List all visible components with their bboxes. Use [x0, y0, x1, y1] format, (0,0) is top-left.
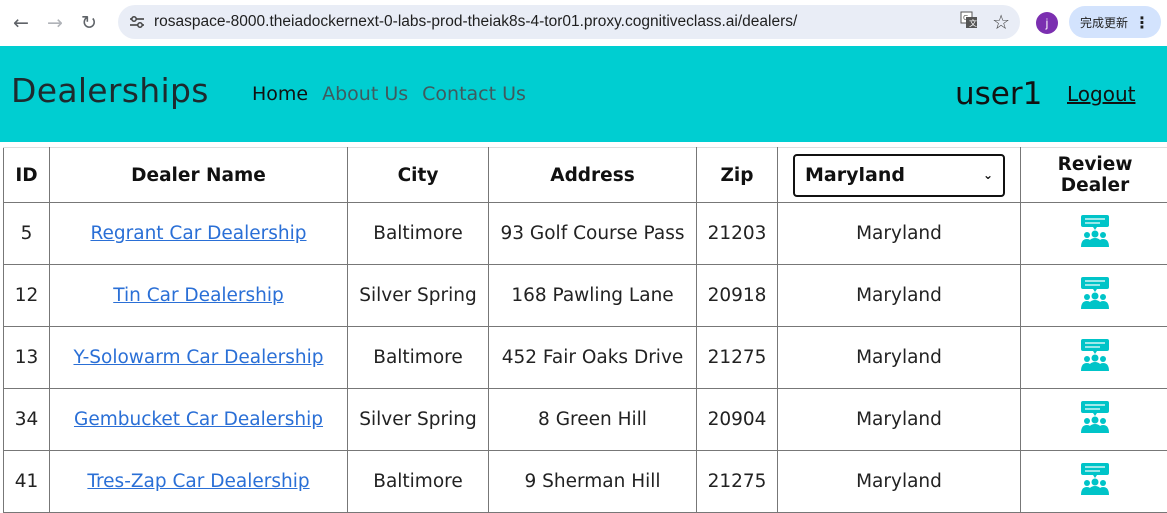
- cell-address: 9 Sherman Hill: [489, 451, 697, 513]
- table-header-row: ID Dealer Name City Address Zip Maryland…: [4, 148, 1167, 203]
- cell-id: 34: [4, 389, 50, 451]
- cell-review: [1021, 451, 1167, 513]
- dealer-link[interactable]: Y-Solowarm Car Dealership: [73, 347, 323, 368]
- cell-dealer-name: Gembucket Car Dealership: [50, 389, 348, 451]
- table-row: 34 Gembucket Car Dealership Silver Sprin…: [4, 389, 1167, 451]
- column-header-city: City: [348, 148, 489, 203]
- cell-city: Baltimore: [348, 327, 489, 389]
- table-row: 5 Regrant Car Dealership Baltimore 93 Go…: [4, 203, 1167, 265]
- cell-zip: 21275: [697, 451, 778, 513]
- cell-zip: 21203: [697, 203, 778, 265]
- review-dealer-icon[interactable]: [1078, 214, 1112, 248]
- review-dealer-icon[interactable]: [1078, 276, 1112, 310]
- dealers-table: ID Dealer Name City Address Zip Maryland…: [3, 147, 1167, 513]
- cell-address: 93 Golf Course Pass: [489, 203, 697, 265]
- review-dealer-icon[interactable]: [1078, 462, 1112, 496]
- cell-state: Maryland: [778, 389, 1021, 451]
- table-row: 41 Tres-Zap Car Dealership Baltimore 9 S…: [4, 451, 1167, 513]
- cell-address: 168 Pawling Lane: [489, 265, 697, 327]
- main-nav: Home About Us Contact Us: [252, 83, 526, 105]
- url-text: rosaspace-8000.theiadockernext-0-labs-pr…: [154, 13, 797, 31]
- svg-text:文: 文: [969, 18, 977, 28]
- cell-state: Maryland: [778, 327, 1021, 389]
- cell-address: 452 Fair Oaks Drive: [489, 327, 697, 389]
- column-header-dealer-name: Dealer Name: [50, 148, 348, 203]
- svg-text:G: G: [963, 14, 968, 22]
- site-settings-icon[interactable]: [122, 15, 152, 29]
- translate-icon[interactable]: 文G: [960, 11, 978, 33]
- cell-city: Silver Spring: [348, 265, 489, 327]
- cell-dealer-name: Regrant Car Dealership: [50, 203, 348, 265]
- table-row: 13 Y-Solowarm Car Dealership Baltimore 4…: [4, 327, 1167, 389]
- cell-city: Baltimore: [348, 203, 489, 265]
- cell-state: Maryland: [778, 451, 1021, 513]
- more-menu-icon: ⋮: [1134, 13, 1150, 32]
- nav-contact-us[interactable]: Contact Us: [422, 83, 526, 105]
- cell-city: Silver Spring: [348, 389, 489, 451]
- back-arrow-icon[interactable]: ←: [4, 6, 38, 40]
- address-bar[interactable]: rosaspace-8000.theiadockernext-0-labs-pr…: [118, 5, 1020, 39]
- cell-address: 8 Green Hill: [489, 389, 697, 451]
- cell-id: 41: [4, 451, 50, 513]
- dealer-link[interactable]: Tres-Zap Car Dealership: [87, 471, 309, 492]
- bookmark-star-icon[interactable]: ☆: [992, 10, 1010, 34]
- username: user1: [955, 76, 1042, 112]
- nav-home[interactable]: Home: [252, 83, 308, 105]
- cell-state: Maryland: [778, 203, 1021, 265]
- cell-state: Maryland: [778, 265, 1021, 327]
- cell-id: 5: [4, 203, 50, 265]
- logout-link[interactable]: Logout: [1067, 82, 1135, 106]
- reload-icon[interactable]: ↻: [72, 6, 106, 40]
- column-header-review-dealer: Review Dealer: [1021, 148, 1167, 203]
- cell-id: 13: [4, 327, 50, 389]
- dealer-link[interactable]: Tin Car Dealership: [113, 285, 284, 306]
- chevron-down-icon: ⌄: [983, 168, 993, 182]
- forward-arrow-icon[interactable]: →: [38, 6, 72, 40]
- state-filter-select[interactable]: Maryland ⌄: [793, 154, 1005, 197]
- column-header-state: Maryland ⌄: [778, 148, 1021, 203]
- cell-dealer-name: Tres-Zap Car Dealership: [50, 451, 348, 513]
- browser-toolbar: ← → ↻ rosaspace-8000.theiadockernext-0-l…: [0, 0, 1167, 46]
- table-row: 12 Tin Car Dealership Silver Spring 168 …: [4, 265, 1167, 327]
- column-header-address: Address: [489, 148, 697, 203]
- cell-review: [1021, 203, 1167, 265]
- cell-dealer-name: Tin Car Dealership: [50, 265, 348, 327]
- profile-avatar[interactable]: j: [1036, 12, 1058, 34]
- cell-review: [1021, 265, 1167, 327]
- dealers-table-container: ID Dealer Name City Address Zip Maryland…: [3, 147, 1167, 513]
- cell-review: [1021, 389, 1167, 451]
- cell-zip: 20918: [697, 265, 778, 327]
- brand-title: Dealerships: [11, 71, 209, 110]
- update-button[interactable]: 完成更新 ⋮: [1069, 6, 1161, 38]
- cell-zip: 21275: [697, 327, 778, 389]
- cell-dealer-name: Y-Solowarm Car Dealership: [50, 327, 348, 389]
- review-dealer-icon[interactable]: [1078, 338, 1112, 372]
- app-header: Dealerships Home About Us Contact Us use…: [0, 46, 1167, 142]
- cell-city: Baltimore: [348, 451, 489, 513]
- column-header-id: ID: [4, 148, 50, 203]
- state-filter-value: Maryland: [805, 164, 905, 186]
- dealer-link[interactable]: Regrant Car Dealership: [90, 223, 306, 244]
- cell-id: 12: [4, 265, 50, 327]
- cell-review: [1021, 327, 1167, 389]
- dealer-link[interactable]: Gembucket Car Dealership: [74, 409, 323, 430]
- nav-about-us[interactable]: About Us: [322, 83, 408, 105]
- review-dealer-icon[interactable]: [1078, 400, 1112, 434]
- cell-zip: 20904: [697, 389, 778, 451]
- column-header-zip: Zip: [697, 148, 778, 203]
- update-label: 完成更新: [1080, 14, 1128, 31]
